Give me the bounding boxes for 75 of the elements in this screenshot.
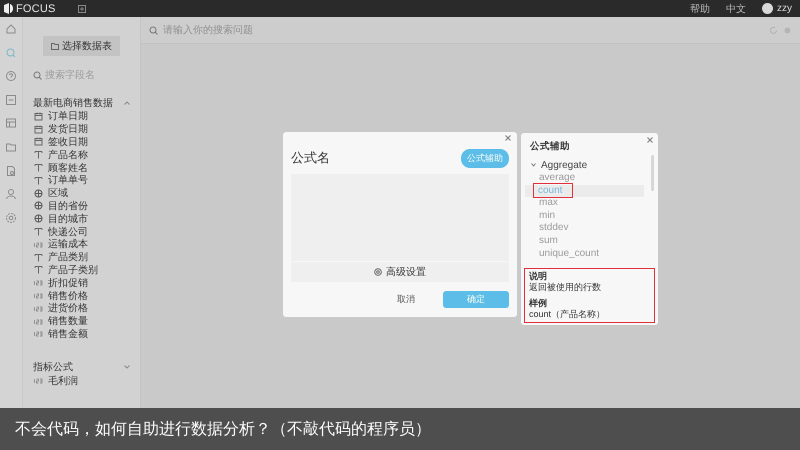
home-icon[interactable]	[5, 23, 17, 35]
globe-icon	[34, 188, 43, 198]
user-name: zzy	[777, 3, 792, 14]
calendar-icon	[34, 124, 43, 134]
group-title[interactable]: 指标公式	[33, 360, 73, 374]
close-icon	[505, 135, 511, 141]
field-item[interactable]: 销售价格	[48, 288, 88, 303]
settings-icon	[374, 268, 382, 276]
description-text: 返回被使用的行数	[529, 282, 602, 293]
search-icon	[149, 26, 158, 34]
letter-icon	[34, 176, 43, 185]
app-logo: FOCUS	[16, 2, 56, 14]
dot-icon	[783, 26, 792, 34]
search-icon[interactable]	[5, 46, 17, 59]
avatar[interactable]	[762, 3, 773, 14]
letter-icon	[34, 150, 43, 160]
close-icon	[647, 137, 653, 143]
field-item[interactable]: 进货价格	[48, 301, 88, 316]
description-heading: 说明	[529, 271, 548, 282]
table-icon[interactable]	[5, 117, 17, 130]
example-text: count（产品名称）	[529, 309, 606, 320]
calendar-icon	[34, 112, 43, 121]
board-icon[interactable]	[5, 94, 17, 106]
field-item[interactable]: 快递公司	[48, 224, 88, 239]
field-item[interactable]: 发货日期	[48, 122, 88, 136]
field-item[interactable]: 销售金额	[48, 326, 88, 341]
field-item[interactable]: 产品类别	[48, 250, 88, 264]
letter-icon	[34, 252, 43, 262]
field-item[interactable]: 目的城市	[48, 212, 88, 226]
field-item[interactable]: 订单日期	[48, 109, 88, 124]
example-heading: 样例	[529, 298, 548, 309]
field-item[interactable]: 签收日期	[48, 135, 88, 149]
field-item[interactable]: 顾客姓名	[48, 160, 88, 175]
letter-icon	[34, 265, 43, 274]
field-item[interactable]: 毛利润	[48, 374, 78, 388]
digits-icon	[34, 329, 43, 338]
field-item[interactable]: 销售数量	[48, 314, 88, 328]
folder-icon[interactable]	[5, 140, 17, 153]
cancel-button[interactable]: 取消	[391, 292, 421, 307]
calendar-icon	[34, 137, 43, 146]
panel-title: 公式辅助	[530, 140, 571, 153]
digits-icon	[34, 376, 43, 386]
digits-icon	[34, 278, 43, 288]
menu-link[interactable]: 帮助	[690, 2, 710, 16]
logo-icon	[4, 3, 14, 14]
new-tab-icon	[78, 4, 86, 12]
field-item[interactable]: 区域	[48, 186, 68, 200]
menu-link[interactable]: 中文	[726, 2, 746, 16]
digits-icon	[34, 291, 43, 300]
user-icon[interactable]	[5, 188, 17, 200]
field-item[interactable]: 产品子类别	[48, 262, 98, 277]
letter-icon	[34, 163, 43, 172]
field-item[interactable]: 产品名称	[48, 148, 88, 162]
folder-icon	[51, 42, 59, 50]
subtitle: 不会代码，如何自助进行数据分析？（不敲代码的程序员）	[15, 420, 431, 440]
digits-icon	[34, 316, 43, 326]
field-item[interactable]: 订单单号	[48, 173, 88, 188]
letter-icon	[34, 227, 43, 236]
category-label[interactable]: Aggregate	[541, 160, 588, 170]
field-item[interactable]: 折扣促销	[48, 276, 88, 290]
search-icon	[33, 70, 42, 80]
field-item[interactable]: 运输成本	[48, 237, 88, 252]
digits-icon	[34, 240, 43, 249]
globe-icon	[34, 201, 43, 210]
advanced-settings-link[interactable]: 高级设置	[386, 265, 426, 279]
settings-icon[interactable]	[5, 212, 17, 224]
select-table-button[interactable]: 选择数据表	[43, 36, 120, 56]
field-item[interactable]: 目的省份	[48, 198, 88, 213]
digits-icon	[34, 304, 43, 313]
group-title[interactable]: 最新电商销售数据	[33, 96, 113, 110]
question-icon[interactable]	[5, 70, 17, 82]
dialog-title: 公式名	[291, 149, 330, 167]
file-icon[interactable]	[5, 164, 17, 177]
refresh-icon	[769, 26, 778, 34]
globe-icon	[34, 214, 43, 224]
